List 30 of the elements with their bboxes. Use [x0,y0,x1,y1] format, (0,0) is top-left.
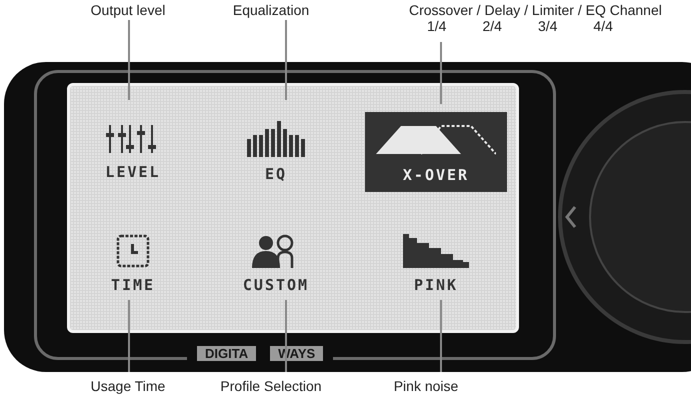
annotation-label: Pink noise [394,378,458,394]
annotation-label: Equalization [232,2,310,18]
menu-label: LEVEL [105,163,161,181]
annotation-label: 4/4 [593,18,613,34]
menu-item[interactable]: X-OVER [365,112,507,192]
clock-icon [116,234,150,268]
eq-bars-icon [247,121,305,157]
annotation-label: Crossover / Delay / Limiter / EQ Channel [409,2,662,18]
menu-label: CUSTOM [242,276,310,294]
annotation-label: 1/4 [427,18,446,34]
leader-line [440,42,442,104]
menu-item[interactable]: EQ [235,113,317,191]
annotation-label: Output level [90,2,166,18]
menu-item[interactable]: PINK [391,226,481,302]
menu-label: EQ [264,165,288,183]
annotation-label: Usage Time [90,378,166,394]
annotation-label: 2/4 [482,18,502,34]
leader-line [440,300,442,372]
menu-item[interactable]: LEVEL [93,115,173,189]
menu-item[interactable]: CUSTOM [230,226,322,302]
menu-label: TIME [110,276,156,294]
falling-ramp-icon [403,234,469,268]
leader-line [128,300,130,372]
annotation-label: Profile Selection [220,378,322,394]
menu-label: PINK [414,276,458,294]
leader-line [285,300,287,372]
menu-label: X-OVER [402,166,470,184]
brand-text: DIGITA [197,346,256,361]
menu-item[interactable]: TIME [98,226,168,302]
annotation-label: 3/4 [538,18,558,34]
